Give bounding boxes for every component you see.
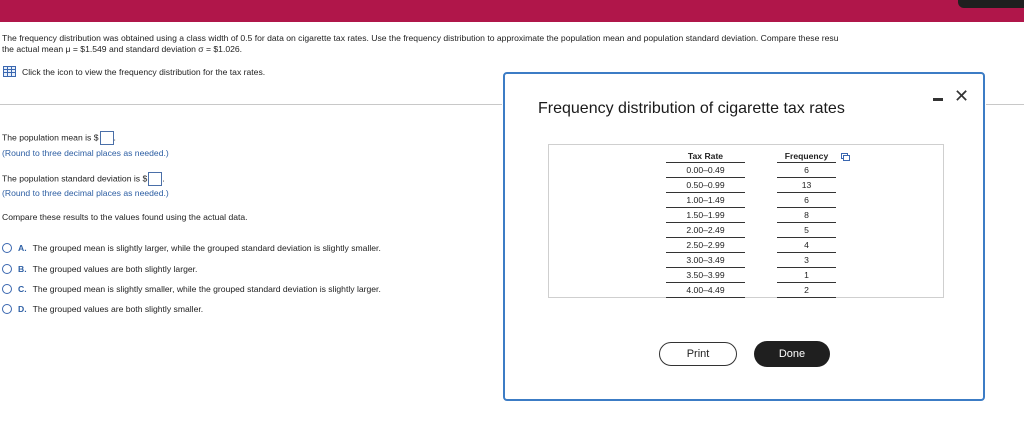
tax-rate-cell: 2.00–2.49 [666, 222, 745, 238]
choice-a[interactable]: A. The grouped mean is slightly larger, … [2, 243, 381, 253]
header-frequency: Frequency [777, 149, 836, 163]
sd-period: . [162, 173, 165, 184]
table-row: 3.50–3.99 1 [666, 267, 836, 283]
frequency-cell: 6 [777, 162, 836, 178]
frequency-cell: 2 [777, 282, 836, 298]
choice-a-text: The grouped mean is slightly larger, whi… [32, 243, 381, 253]
choice-b-text: The grouped values are both slightly lar… [32, 264, 198, 274]
mean-period: . [113, 132, 116, 143]
choice-c[interactable]: C. The grouped mean is slightly smaller,… [2, 284, 381, 294]
divider-right [986, 104, 1024, 105]
minimize-icon[interactable] [933, 98, 943, 101]
frequency-cell: 1 [777, 267, 836, 283]
frequency-cell: 8 [777, 207, 836, 223]
submit-button[interactable] [958, 0, 1024, 8]
table-row: 0.50–0.99 13 [666, 177, 836, 193]
header-gap [745, 149, 777, 163]
mean-label: The population mean is $ [2, 132, 99, 143]
header-tax-rate: Tax Rate [666, 149, 745, 163]
frequency-cell: 13 [777, 177, 836, 193]
radio-d[interactable] [2, 304, 12, 314]
sd-hint: (Round to three decimal places as needed… [2, 188, 169, 198]
frequency-cell: 4 [777, 237, 836, 253]
frequency-cell: 3 [777, 252, 836, 268]
close-icon[interactable]: ✕ [954, 86, 969, 107]
frequency-dialog: Frequency distribution of cigarette tax … [503, 72, 985, 401]
question-line-1: The frequency distribution was obtained … [2, 33, 839, 43]
table-row: 2.00–2.49 5 [666, 222, 836, 238]
frequency-table: Tax Rate Frequency 0.00–0.49 6 0.50–0.99 1… [666, 149, 836, 298]
choice-d-text: The grouped values are both slightly sma… [32, 304, 204, 314]
table-row: 0.00–0.49 6 [666, 162, 836, 178]
sd-input[interactable] [148, 172, 163, 186]
tax-rate-cell: 1.50–1.99 [666, 207, 745, 223]
frequency-cell: 5 [777, 222, 836, 238]
mean-row: The population mean is $. [2, 131, 116, 145]
copy-table-icon[interactable] [841, 153, 850, 161]
tax-rate-cell: 3.50–3.99 [666, 267, 745, 283]
dialog-title: Frequency distribution of cigarette tax … [538, 100, 845, 117]
divider-left [0, 104, 502, 105]
table-row: 1.00–1.49 6 [666, 192, 836, 208]
choice-d[interactable]: D. The grouped values are both slightly … [2, 304, 203, 314]
choice-c-text: The grouped mean is slightly smaller, wh… [32, 284, 381, 294]
choice-c-letter: C. [18, 284, 27, 294]
table-panel: Tax Rate Frequency 0.00–0.49 6 0.50–0.99 1… [548, 144, 944, 298]
tax-rate-cell: 1.00–1.49 [666, 192, 745, 208]
tax-rate-cell: 3.00–3.49 [666, 252, 745, 268]
question-line-2: the actual mean μ = $1.549 and standard … [2, 44, 243, 54]
table-icon[interactable] [3, 66, 16, 77]
choice-d-letter: D. [18, 304, 27, 314]
radio-c[interactable] [2, 284, 12, 294]
choice-b[interactable]: B. The grouped values are both slightly … [2, 264, 197, 274]
mean-hint: (Round to three decimal places as needed… [2, 148, 169, 158]
sd-label: The population standard deviation is $ [2, 173, 148, 184]
view-link-text: Click the icon to view the frequency dis… [22, 66, 266, 77]
tax-rate-cell: 2.50–2.99 [666, 237, 745, 253]
table-row: 4.00–4.49 2 [666, 282, 836, 298]
table-row: 2.50–2.99 4 [666, 237, 836, 253]
compare-label: Compare these results to the values foun… [2, 212, 248, 222]
tax-rate-cell: 0.50–0.99 [666, 177, 745, 193]
choice-b-letter: B. [18, 264, 27, 274]
radio-a[interactable] [2, 243, 12, 253]
tax-rate-cell: 0.00–0.49 [666, 162, 745, 178]
mean-input[interactable] [99, 131, 114, 145]
choice-a-letter: A. [18, 243, 27, 253]
sd-row: The population standard deviation is $. [2, 172, 165, 186]
view-distribution-link[interactable]: Click the icon to view the frequency dis… [3, 66, 265, 77]
table-row: 1.50–1.99 8 [666, 207, 836, 223]
print-button[interactable]: Print [659, 342, 737, 366]
top-bar [0, 0, 1024, 22]
done-button[interactable]: Done [754, 341, 830, 367]
frequency-cell: 6 [777, 192, 836, 208]
table-row: 3.00–3.49 3 [666, 252, 836, 268]
tax-rate-cell: 4.00–4.49 [666, 282, 745, 298]
question-text: The frequency distribution was obtained … [2, 33, 1024, 55]
radio-b[interactable] [2, 264, 12, 274]
table-header-row: Tax Rate Frequency [666, 149, 836, 163]
